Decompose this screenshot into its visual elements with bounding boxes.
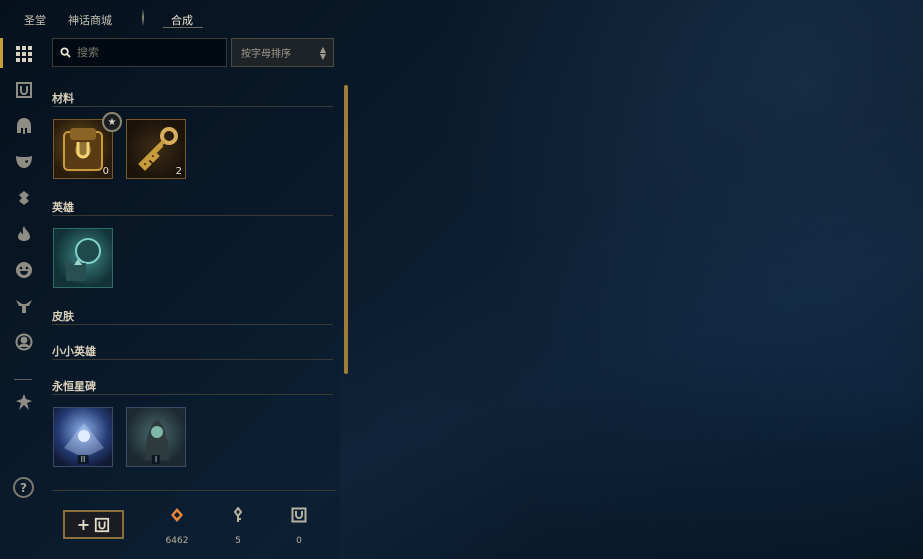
search-input[interactable] [77,46,217,59]
item-tile-key[interactable]: 2 [126,119,186,179]
sort-selected-label: 按字母排序 [241,49,291,60]
search-box[interactable] [52,38,227,67]
section-divider [52,359,333,360]
rail-active-indicator [0,38,3,68]
orange-essence-icon [171,508,183,522]
tab-sanctum[interactable]: 圣堂 [24,12,46,28]
little-legend-icon[interactable] [14,296,34,316]
top-nav: 圣堂 神话商城 合成 [0,0,923,32]
sort-dropdown[interactable]: 按字母排序 ▲ ▼ [231,38,334,67]
profile-icon[interactable] [14,332,34,352]
nav-divider [142,10,144,25]
currency-mythic-essence: 0 [279,507,319,547]
currency-orange-essence: 6462 [157,507,197,547]
chest-icon [95,517,110,532]
grid-icon[interactable] [14,44,34,64]
section-divider [52,215,333,216]
orange-essence-value: 6462 [165,536,189,546]
list-scrollbar[interactable] [344,85,348,374]
currency-key-fragment: 5 [218,507,258,547]
tab-crafting[interactable]: 合成 [171,12,193,28]
add-plus-label: + [76,515,91,534]
champion-helmet-icon[interactable] [14,116,34,136]
section-title-champions: 英雄 [52,201,74,214]
item-count: 2 [175,166,182,177]
active-tab-underline [163,27,203,28]
section-divider [52,324,333,325]
tier-badge: II [77,455,89,464]
search-icon [60,47,71,58]
category-rail: ? [0,38,48,559]
item-tile-eternals-2[interactable]: II [53,407,113,467]
tab-mythic-shop[interactable]: 神话商城 [68,12,112,28]
eternals-icon[interactable] [14,392,34,412]
add-chest-button[interactable]: + [63,510,124,539]
section-title-eternals: 永恒星碑 [52,380,96,393]
star-badge-icon: ★ [102,112,122,132]
footer-divider [52,490,336,491]
mythic-essence-value: 0 [296,536,302,546]
mythic-essence-icon [291,507,307,523]
item-tile-champion-shard[interactable] [53,228,113,288]
section-title-little-legends: 小小英雄 [52,345,96,358]
skin-mask-icon[interactable] [14,152,34,172]
tier-badge: I [151,455,161,464]
sort-arrows-icon: ▲ ▼ [319,45,326,61]
item-tile-eternals-1[interactable]: I [126,407,186,467]
item-count: 0 [102,166,109,177]
help-button[interactable]: ? [13,477,34,498]
section-title-materials: 材料 [52,92,74,105]
key-fragment-icon [233,507,243,522]
chest-icon[interactable] [14,80,34,100]
section-divider [52,394,333,395]
rail-divider [14,379,32,380]
section-title-skins: 皮肤 [52,310,74,323]
emote-icon[interactable] [14,260,34,280]
champion-portrait-icon [66,238,101,281]
section-divider [52,106,333,107]
background-sheen [340,0,923,559]
flame-icon[interactable] [14,224,34,244]
ward-icon[interactable] [14,188,34,208]
key-fragment-value: 5 [235,536,241,546]
